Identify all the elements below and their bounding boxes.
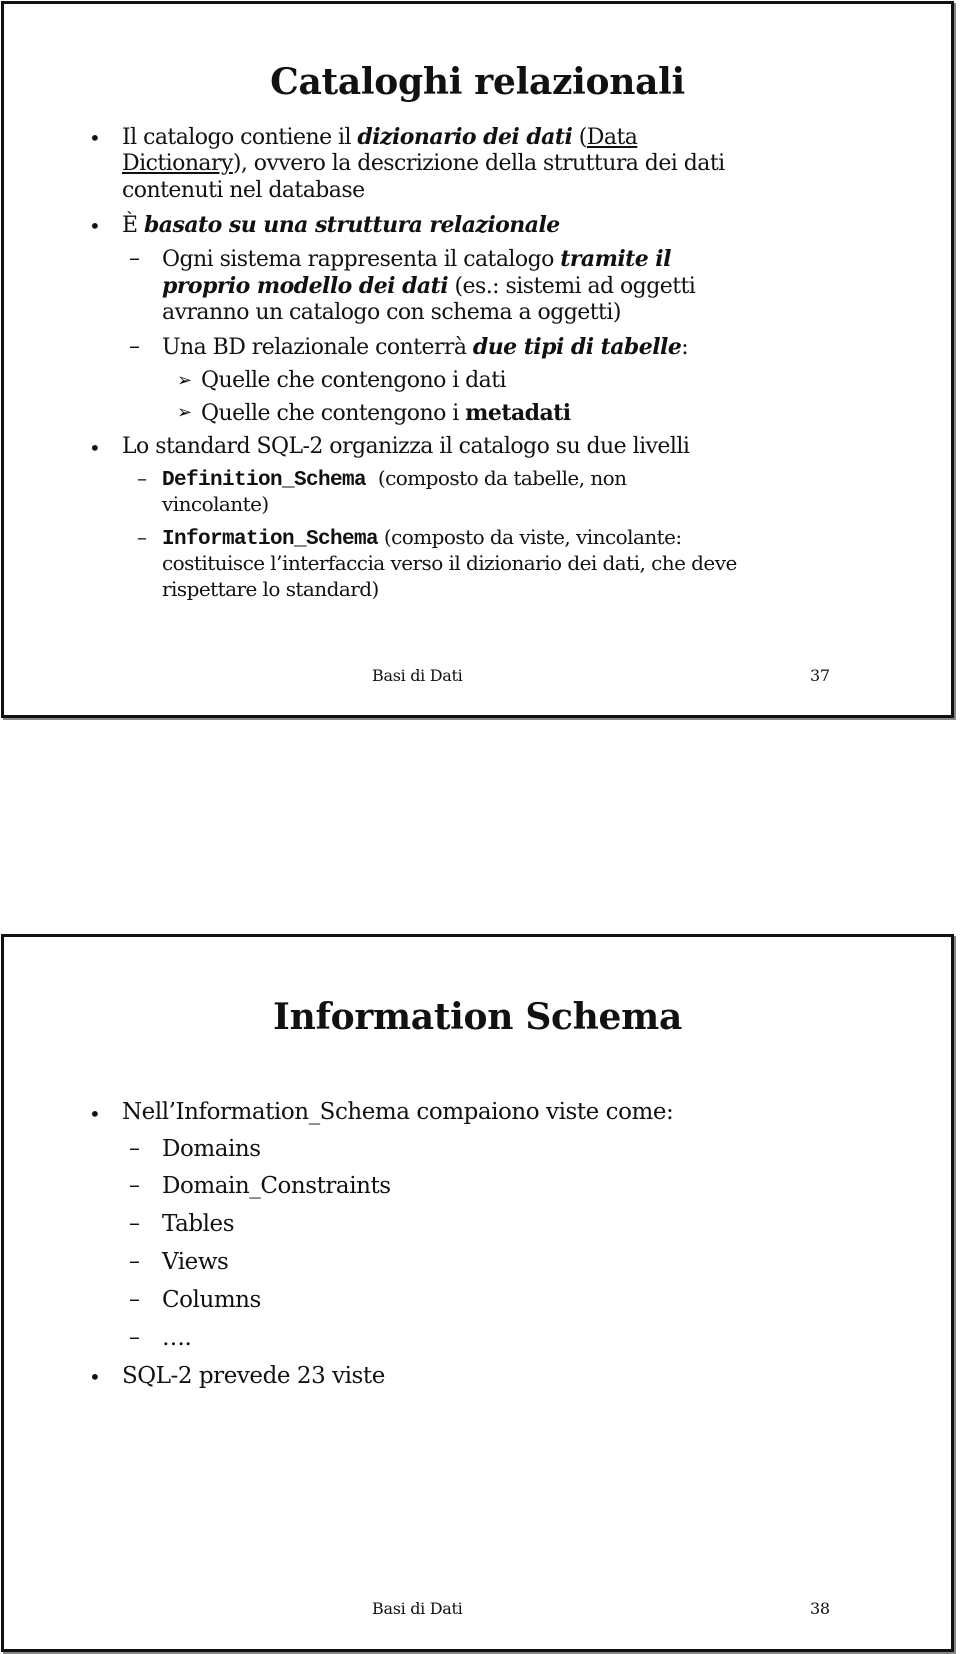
footer-page-number: 38: [810, 1599, 830, 1618]
slide-38: Information Schema • Nell’Information_Sc…: [1, 934, 954, 1652]
sub-sub-bullet-line: Quelle che contengono i metadati: [201, 402, 571, 425]
text: (es.: sistemi ad oggetti: [448, 274, 696, 299]
slide-37: Cataloghi relazionali • Il catalogo cont…: [1, 1, 954, 718]
footer-page-number: 37: [810, 666, 830, 685]
emphasis-text: basato su una struttura relazionale: [143, 212, 560, 238]
emphasis-text: dizionario dei dati: [357, 124, 573, 150]
sub-bullet-line: Information_Schema (composto da viste, v…: [162, 527, 682, 550]
bullet-line: Il catalogo contiene il dizionario dei d…: [122, 124, 638, 150]
arrow-bullet-icon: ➢: [177, 370, 193, 391]
view-list-item: Views: [162, 1249, 229, 1275]
text: ), ovvero la descrizione della struttura…: [232, 151, 725, 176]
view-list-item: Domains: [162, 1136, 261, 1162]
bullet-line: contenuti nel database: [122, 178, 365, 203]
text: (composto da tabelle, non: [372, 466, 627, 490]
sub-bullet-line: proprio modello dei dati (es.: sistemi a…: [162, 273, 696, 299]
dash-icon: –: [129, 1287, 140, 1312]
sub-bullet-line: Ogni sistema rappresenta il catalogo tra…: [162, 248, 671, 271]
dash-icon: –: [129, 1136, 140, 1161]
sub-bullet-line: vincolante): [162, 492, 269, 516]
dash-icon: –: [129, 1325, 140, 1350]
emphasis-text: proprio modello dei dati: [162, 273, 449, 299]
emphasis-text: tramite il: [560, 246, 671, 272]
bullet-icon: •: [89, 1102, 101, 1126]
code-text: Definition_Schema: [162, 469, 367, 492]
sub-bullet-line: Una BD relazionale conterrà due tipi di …: [162, 334, 689, 360]
bullet-line: Nell’Information_Schema compaiono viste …: [122, 1099, 674, 1125]
text: Il catalogo contiene il: [122, 125, 358, 150]
dash-icon: –: [129, 1211, 140, 1236]
view-list-item: Domain_Constraints: [162, 1173, 391, 1199]
bullet-line: Lo standard SQL-2 organizza il catalogo …: [122, 434, 690, 459]
text: :: [681, 335, 689, 360]
footer-course: Basi di Dati: [372, 666, 463, 685]
bullet-line: SQL-2 prevede 23 viste: [122, 1363, 385, 1389]
emphasis-text: due tipi di tabelle: [472, 334, 682, 360]
arrow-bullet-icon: ➢: [177, 402, 193, 423]
text: (: [572, 125, 588, 150]
bullet-icon: •: [89, 126, 101, 150]
text: (composto da viste, vincolante:: [378, 525, 682, 549]
dash-icon: –: [137, 525, 147, 549]
underlined-text: Data: [586, 125, 638, 150]
view-list-item: Tables: [162, 1211, 235, 1237]
view-list-item: ….: [162, 1325, 192, 1351]
bold-text: metadati: [465, 400, 571, 426]
text: Una BD relazionale conterrà: [162, 335, 473, 360]
code-text: Information_Schema: [162, 528, 379, 551]
sub-bullet-line: avranno un catalogo con schema a oggetti…: [162, 300, 621, 325]
slide-title: Cataloghi relazionali: [270, 61, 685, 103]
bullet-line: È basato su una struttura relazionale: [122, 214, 560, 237]
text: È: [122, 213, 144, 238]
bullet-icon: •: [89, 1365, 101, 1389]
sub-sub-bullet-line: Quelle che contengono i dati: [201, 368, 507, 393]
view-list-item: Columns: [162, 1287, 261, 1313]
sub-bullet-line: Definition_Schema (composto da tabelle, …: [162, 468, 627, 491]
footer-course: Basi di Dati: [372, 1599, 463, 1618]
dash-icon: –: [129, 1249, 140, 1274]
bullet-line: Dictionary), ovvero la descrizione della…: [122, 153, 725, 175]
bullet-icon: •: [89, 436, 101, 460]
slide-title: Information Schema: [273, 996, 682, 1038]
dash-icon: –: [129, 334, 140, 359]
dash-icon: –: [129, 1173, 140, 1198]
sub-bullet-line: rispettare lo standard): [162, 577, 379, 601]
dash-icon: –: [137, 466, 147, 490]
sub-bullet-line: costituisce l’interfaccia verso il dizio…: [162, 551, 737, 575]
bullet-icon: •: [89, 214, 101, 238]
text: Quelle che contengono i: [201, 401, 466, 426]
dash-icon: –: [129, 246, 140, 271]
text: Ogni sistema rappresenta il catalogo: [162, 247, 561, 272]
underlined-text: Dictionary: [122, 151, 233, 176]
